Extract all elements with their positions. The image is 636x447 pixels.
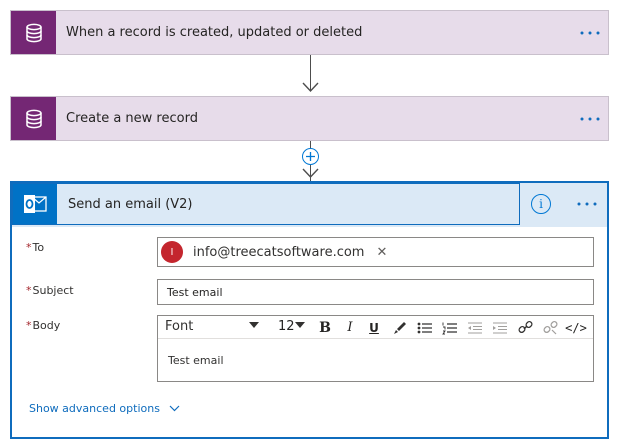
decrease-indent-icon: [468, 321, 482, 334]
trigger-title: When a record is created, updated or del…: [66, 25, 363, 40]
create-record-title: Create a new record: [66, 111, 198, 126]
create-record-card[interactable]: Create a new record: [10, 96, 609, 141]
more-icon: [577, 202, 597, 206]
numbered-list-button[interactable]: [441, 319, 459, 336]
to-field[interactable]: I info@treecatsoftware.com ✕: [157, 237, 594, 267]
body-label: *Body: [26, 319, 61, 332]
paint-brush-icon: [394, 321, 406, 334]
more-icon: [580, 31, 600, 34]
database-icon: [11, 11, 56, 54]
font-size-select[interactable]: 12: [278, 319, 295, 334]
info-icon[interactable]: i: [531, 194, 551, 214]
code-view-button[interactable]: </>: [564, 319, 588, 336]
body-editor[interactable]: Font 12 B I U </> Test email: [157, 315, 594, 382]
underline-button[interactable]: U: [365, 319, 383, 336]
increase-indent-button[interactable]: [491, 319, 509, 336]
trigger-more-button[interactable]: [580, 11, 600, 54]
database-icon: [11, 97, 56, 140]
send-email-more-button[interactable]: [577, 183, 597, 225]
send-email-header-main[interactable]: Send an email (V2): [12, 183, 520, 225]
more-icon: [580, 117, 600, 120]
increase-indent-icon: [493, 321, 507, 334]
font-family-select[interactable]: Font: [165, 319, 193, 334]
show-advanced-options-link[interactable]: Show advanced options: [29, 402, 180, 415]
remove-link-button[interactable]: [541, 319, 559, 336]
chevron-down-icon[interactable]: [249, 322, 259, 329]
advanced-options-label: Show advanced options: [29, 402, 160, 415]
remove-recipient-icon[interactable]: ✕: [376, 245, 387, 260]
arrow-down-icon: [302, 82, 319, 93]
body-content: Test email: [168, 354, 224, 367]
insert-link-button[interactable]: [516, 319, 534, 336]
chevron-down-icon: [169, 405, 180, 412]
bold-button[interactable]: B: [316, 319, 334, 336]
trigger-card[interactable]: When a record is created, updated or del…: [10, 10, 609, 55]
bulleted-list-button[interactable]: [416, 319, 434, 336]
highlight-button[interactable]: [390, 319, 408, 336]
italic-button[interactable]: I: [341, 319, 359, 336]
bulleted-list-icon: [417, 322, 432, 333]
decrease-indent-button[interactable]: [466, 319, 484, 336]
send-email-title: Send an email (V2): [68, 196, 193, 212]
unlink-icon: [542, 320, 558, 335]
arrow-down-icon: [302, 168, 319, 179]
rich-text-toolbar: Font 12 B I U </>: [158, 316, 593, 339]
plus-icon: [306, 152, 315, 161]
send-email-header[interactable]: Send an email (V2) i: [12, 183, 607, 227]
outlook-icon: [13, 184, 57, 224]
to-label: *To: [26, 241, 45, 254]
link-icon: [517, 320, 533, 334]
insert-step-button[interactable]: [302, 148, 319, 165]
avatar: I: [161, 241, 183, 263]
create-record-more-button[interactable]: [580, 97, 600, 140]
numbered-list-icon: [442, 322, 457, 334]
chevron-down-icon[interactable]: [295, 322, 305, 329]
send-email-panel: Send an email (V2) i *To I info@treecats…: [10, 181, 609, 439]
recipient-email: info@treecatsoftware.com: [193, 244, 365, 260]
subject-label: *Subject: [26, 284, 74, 297]
subject-field[interactable]: Test email: [157, 279, 594, 305]
recipient-chip: I info@treecatsoftware.com ✕: [161, 241, 387, 263]
